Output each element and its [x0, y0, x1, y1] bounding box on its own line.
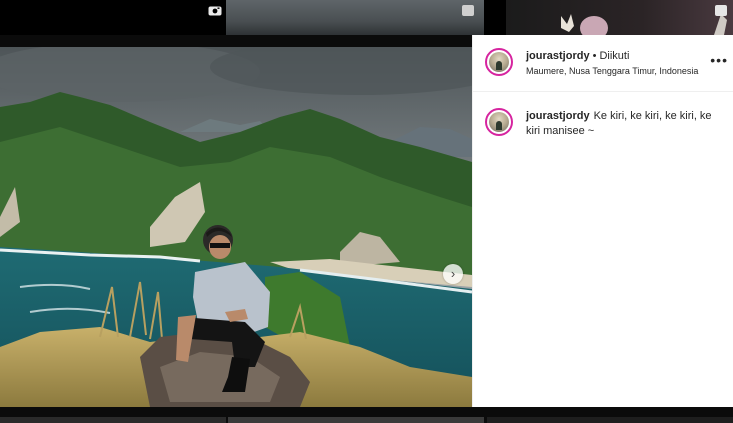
- avatar[interactable]: [485, 48, 513, 76]
- feed-thumbnail[interactable]: [228, 417, 484, 423]
- follow-status[interactable]: Diikuti: [599, 50, 629, 62]
- avatar[interactable]: [485, 108, 513, 136]
- post-details-panel: jourastjordy • Diikuti Maumere, Nusa Tengg…: [472, 35, 733, 407]
- post-modal: › jourastjordy • Diikuti Maumere, Nusa Ten…: [0, 35, 733, 407]
- location-link[interactable]: Maumere, Nusa Tenggara Timur, Indonesia: [526, 66, 716, 76]
- multiple-photos-icon: [462, 5, 474, 16]
- multiple-photos-icon: [715, 5, 727, 16]
- feed-thumbnail[interactable]: [487, 417, 733, 423]
- feed-thumbnail[interactable]: [0, 417, 226, 423]
- video-icon: [208, 5, 222, 16]
- feed-thumbnail[interactable]: [506, 0, 733, 35]
- caption-username[interactable]: jourastjordy: [526, 110, 590, 122]
- chevron-right-icon: ›: [450, 266, 456, 281]
- feed-thumbnail-strip-bottom: [0, 407, 733, 423]
- feed-thumbnail[interactable]: [226, 0, 484, 35]
- more-options-icon[interactable]: •••: [710, 53, 728, 67]
- feed-thumbnail-strip-top: [0, 0, 733, 35]
- thumbnail-image: [561, 14, 727, 35]
- post-header: jourastjordy • Diikuti Maumere, Nusa Tengg…: [473, 35, 733, 92]
- username-link[interactable]: jourastjordy: [526, 50, 590, 62]
- feed-thumbnail[interactable]: [0, 0, 224, 35]
- next-photo-button[interactable]: ›: [443, 264, 463, 284]
- separator-dot: •: [592, 50, 597, 62]
- post-photo[interactable]: ›: [0, 47, 472, 407]
